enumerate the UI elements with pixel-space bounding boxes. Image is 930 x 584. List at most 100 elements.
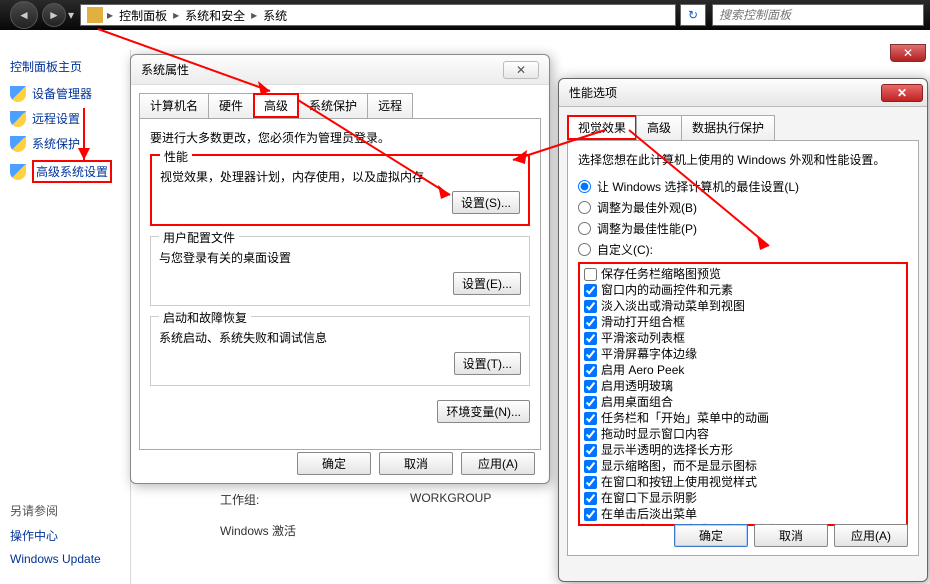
checkbox-label: 在窗口和按钮上使用视觉样式 [601, 474, 757, 490]
dialog-titlebar[interactable]: 系统属性 ✕ [131, 55, 549, 85]
cancel-button[interactable]: 取消 [379, 452, 453, 475]
checkbox-input[interactable] [584, 508, 597, 521]
sidebar-footer-link[interactable]: 操作中心 [10, 527, 101, 544]
refresh-button[interactable]: ↻ [680, 4, 706, 26]
group-title: 用户配置文件 [159, 229, 239, 246]
address-bar[interactable]: ▸ 控制面板 ▸ 系统和安全 ▸ 系统 [80, 4, 676, 26]
group-title: 性能 [160, 148, 192, 165]
checkbox-input[interactable] [584, 268, 597, 281]
checkbox-label: 在窗口下显示阴影 [601, 490, 697, 506]
checklist-item[interactable]: 启用 Aero Peek [582, 362, 904, 378]
close-button[interactable]: ✕ [881, 84, 923, 102]
dialog-titlebar[interactable]: 性能选项 ✕ [559, 79, 927, 107]
startup-settings-button[interactable]: 设置(T)... [454, 352, 521, 375]
checkbox-input[interactable] [584, 460, 597, 473]
nav-forward-button[interactable]: ► [42, 3, 66, 27]
apply-button[interactable]: 应用(A) [461, 452, 535, 475]
nav-history-dropdown[interactable]: ▾ [68, 8, 74, 22]
tab-hardware[interactable]: 硬件 [208, 93, 254, 118]
checkbox-label: 启用 Aero Peek [601, 362, 684, 378]
window-close-icon[interactable]: ✕ [890, 44, 926, 62]
close-button[interactable]: ✕ [503, 61, 539, 79]
checkbox-input[interactable] [584, 444, 597, 457]
checklist-item[interactable]: 滑动打开组合框 [582, 314, 904, 330]
nav-back-button[interactable]: ◄ [10, 1, 38, 29]
sidebar-title[interactable]: 控制面板主页 [10, 58, 130, 75]
checklist-item[interactable]: 平滑滚动列表框 [582, 330, 904, 346]
checkbox-input[interactable] [584, 412, 597, 425]
radio-option[interactable]: 调整为最佳外观(B) [578, 199, 908, 216]
checklist-item[interactable]: 显示半透明的选择长方形 [582, 442, 904, 458]
ok-button[interactable]: 确定 [674, 524, 748, 547]
performance-settings-button[interactable]: 设置(S)... [452, 191, 520, 214]
tab-computer-name[interactable]: 计算机名 [139, 93, 209, 118]
radio-input[interactable] [578, 180, 591, 193]
ok-button[interactable]: 确定 [297, 452, 371, 475]
tab-visual-effects[interactable]: 视觉效果 [567, 115, 637, 140]
tab-protection[interactable]: 系统保护 [298, 93, 368, 118]
cancel-button[interactable]: 取消 [754, 524, 828, 547]
environment-variables-button[interactable]: 环境变量(N)... [437, 400, 530, 423]
checkbox-input[interactable] [584, 284, 597, 297]
sidebar-item-protection[interactable]: 系统保护 [10, 135, 130, 152]
visual-effects-checklist[interactable]: 保存任务栏缩略图预览窗口内的动画控件和元素淡入淡出或滑动菜单到视图滑动打开组合框… [578, 262, 908, 526]
checklist-item[interactable]: 平滑屏幕字体边缘 [582, 346, 904, 362]
checkbox-input[interactable] [584, 316, 597, 329]
checkbox-label: 启用桌面组合 [601, 394, 673, 410]
dialog-title: 系统属性 [141, 61, 503, 78]
search-input[interactable] [712, 4, 924, 26]
sidebar-item-remote[interactable]: 远程设置 [10, 110, 130, 127]
dialog-footer: 确定 取消 应用(A) [674, 524, 908, 547]
checklist-item[interactable]: 在窗口和按钮上使用视觉样式 [582, 474, 904, 490]
checklist-item[interactable]: 淡入淡出或滑动菜单到视图 [582, 298, 904, 314]
apply-button[interactable]: 应用(A) [834, 524, 908, 547]
radio-input[interactable] [578, 243, 591, 256]
tab-dep[interactable]: 数据执行保护 [681, 115, 775, 140]
crumb[interactable]: 控制面板 [113, 5, 173, 26]
radio-input[interactable] [578, 201, 591, 214]
checklist-item[interactable]: 保存任务栏缩略图预览 [582, 266, 904, 282]
radio-option[interactable]: 让 Windows 选择计算机的最佳设置(L) [578, 178, 908, 195]
checklist-item[interactable]: 拖动时显示窗口内容 [582, 426, 904, 442]
checkbox-input[interactable] [584, 524, 597, 527]
crumb[interactable]: 系统和安全 [179, 5, 251, 26]
tab-remote[interactable]: 远程 [367, 93, 413, 118]
radio-label: 自定义(C): [597, 241, 653, 258]
checkbox-input[interactable] [584, 476, 597, 489]
radio-option[interactable]: 调整为最佳性能(P) [578, 220, 908, 237]
radio-label: 调整为最佳外观(B) [597, 199, 697, 216]
checklist-item[interactable]: 显示缩略图，而不是显示图标 [582, 458, 904, 474]
checkbox-input[interactable] [584, 380, 597, 393]
checkbox-input[interactable] [584, 396, 597, 409]
checklist-item[interactable]: 窗口内的动画控件和元素 [582, 282, 904, 298]
checkbox-input[interactable] [584, 364, 597, 377]
profile-settings-button[interactable]: 设置(E)... [453, 272, 521, 295]
visual-effects-pane: 选择您想在此计算机上使用的 Windows 外观和性能设置。 让 Windows… [567, 140, 919, 556]
checkbox-label: 保存任务栏缩略图预览 [601, 266, 721, 282]
sidebar-footer-link[interactable]: Windows Update [10, 552, 101, 566]
checklist-item[interactable]: 启用透明玻璃 [582, 378, 904, 394]
tab-advanced[interactable]: 高级 [636, 115, 682, 140]
shield-icon [10, 136, 26, 152]
checklist-item[interactable]: 在单击后淡出菜单 [582, 506, 904, 522]
sidebar-item-advanced[interactable]: 高级系统设置 [10, 160, 130, 183]
checklist-item[interactable]: 在窗口下显示阴影 [582, 490, 904, 506]
checkbox-input[interactable] [584, 348, 597, 361]
radio-label: 让 Windows 选择计算机的最佳设置(L) [597, 178, 799, 195]
sidebar-item-device-manager[interactable]: 设备管理器 [10, 85, 130, 102]
checkbox-input[interactable] [584, 492, 597, 505]
performance-options-dialog: 性能选项 ✕ 视觉效果 高级 数据执行保护 选择您想在此计算机上使用的 Wind… [558, 78, 928, 582]
checkbox-input[interactable] [584, 428, 597, 441]
dialog-title: 性能选项 [569, 84, 881, 101]
checkbox-input[interactable] [584, 332, 597, 345]
checklist-item[interactable]: 启用桌面组合 [582, 394, 904, 410]
checklist-item[interactable]: 任务栏和「开始」菜单中的动画 [582, 410, 904, 426]
tab-strip: 计算机名 硬件 高级 系统保护 远程 [139, 93, 541, 118]
crumb[interactable]: 系统 [257, 5, 293, 26]
checkbox-input[interactable] [584, 300, 597, 313]
checkbox-label: 显示半透明的选择长方形 [601, 442, 733, 458]
tab-strip: 视觉效果 高级 数据执行保护 [567, 115, 919, 140]
radio-input[interactable] [578, 222, 591, 235]
radio-option[interactable]: 自定义(C): [578, 241, 908, 258]
tab-advanced[interactable]: 高级 [253, 93, 299, 118]
